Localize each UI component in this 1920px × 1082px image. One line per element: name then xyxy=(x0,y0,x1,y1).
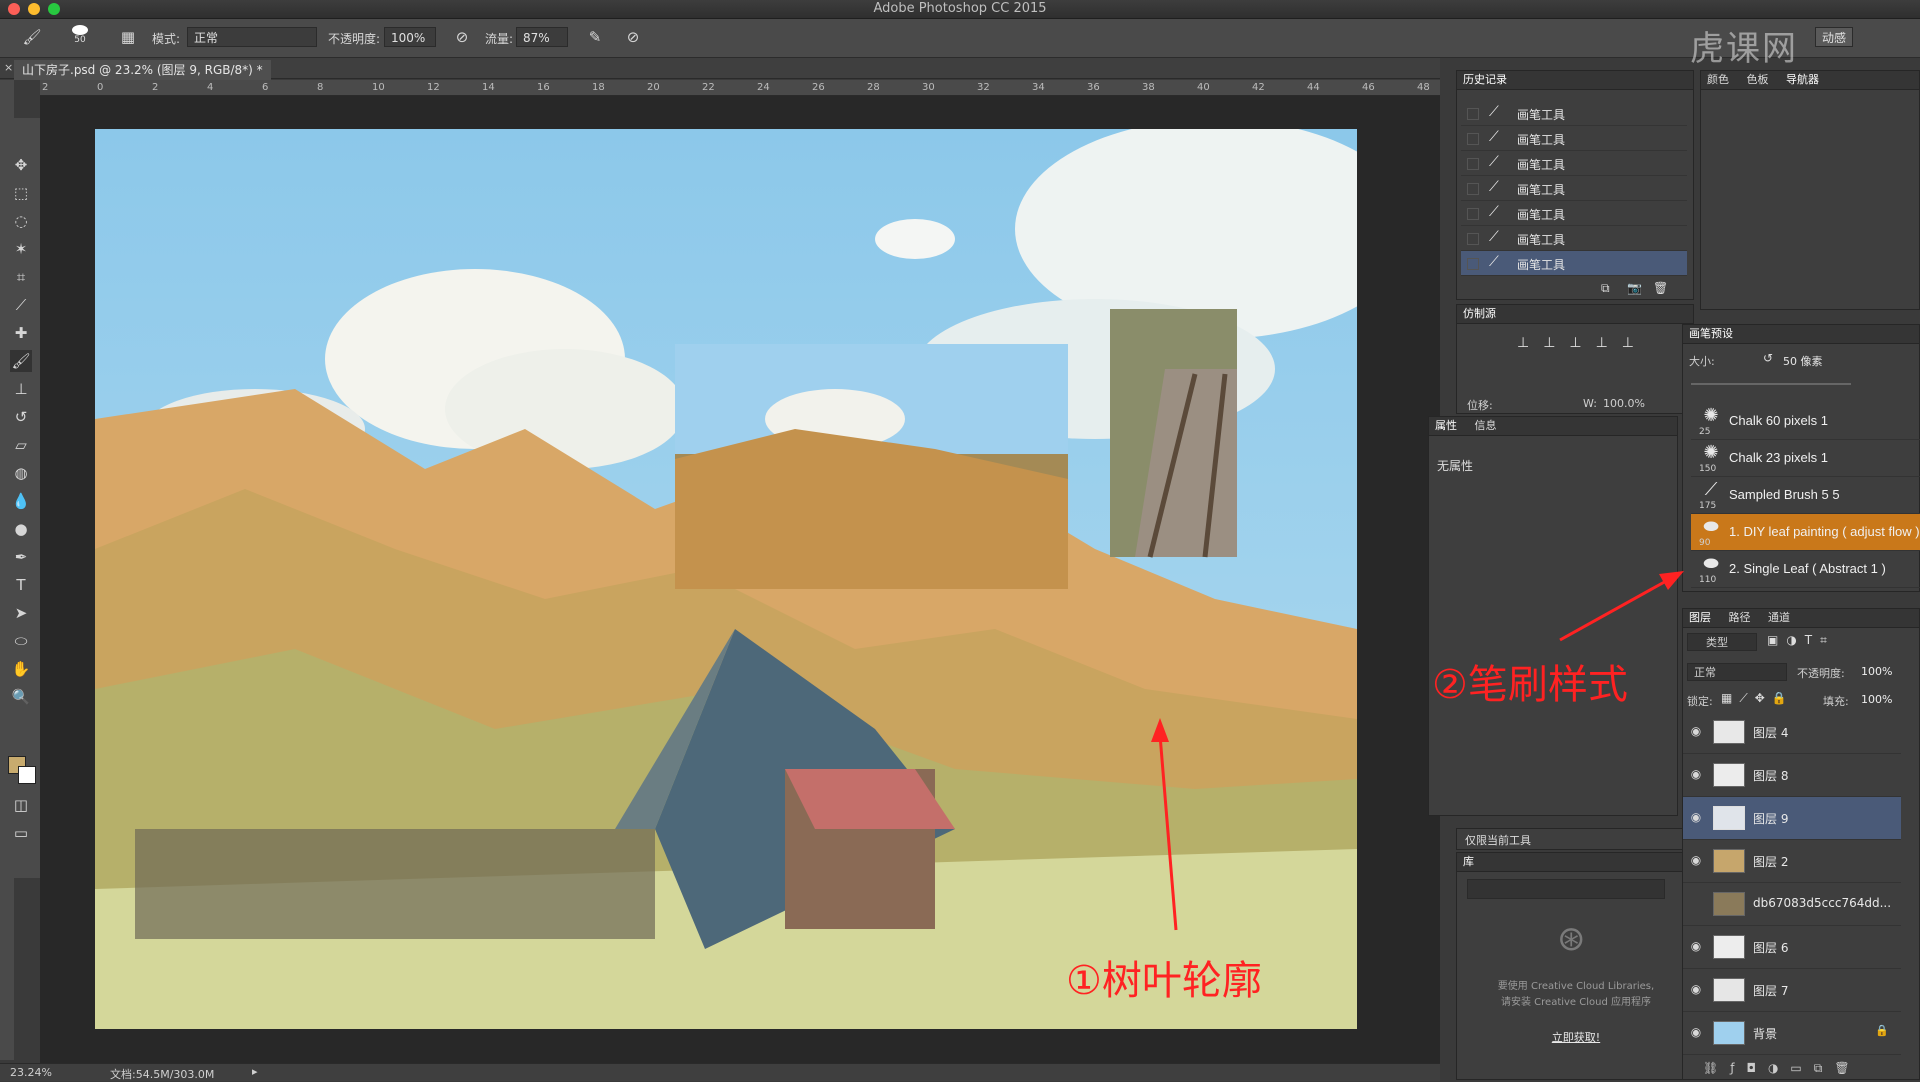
annotation-leaf-outline: ①树叶轮廓 xyxy=(1066,958,1262,1004)
annotation-brush-style: ②笔刷样式 xyxy=(1432,662,1628,708)
annotation-arrows xyxy=(1151,571,1684,931)
